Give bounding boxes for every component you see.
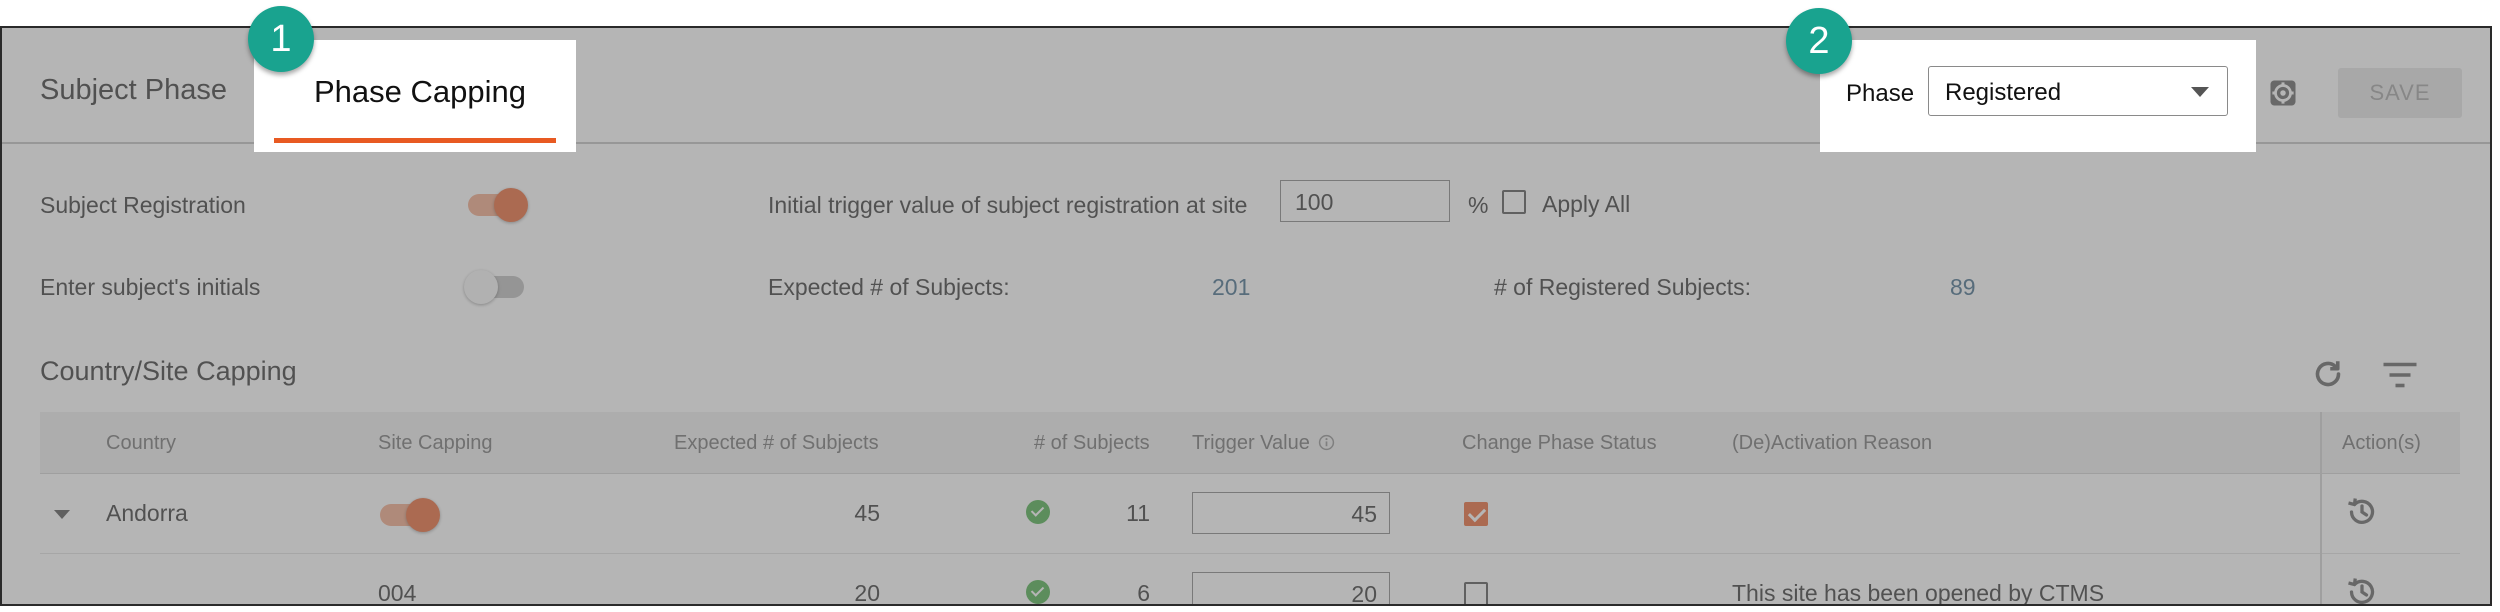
chevron-down-icon [2191, 87, 2209, 97]
phase-label: Phase [1846, 80, 1915, 107]
row-trigger-input[interactable]: 20 [1192, 572, 1390, 604]
row-expected: 45 [854, 500, 880, 526]
step-badge-2: 2 [1786, 8, 1852, 74]
app-frame: Subject Phase SAVE Subject Registration … [0, 26, 2492, 606]
row-reason: This site has been opened by CTMS [1732, 580, 2105, 606]
registered-subjects-label: # of Registered Subjects: [1494, 274, 1751, 300]
tab-subject-phase[interactable]: Subject Phase [40, 74, 227, 107]
apply-all-checkbox[interactable] [1502, 190, 1526, 214]
phase-select[interactable]: Registered [1928, 66, 2228, 116]
save-button[interactable]: SAVE [2338, 68, 2462, 118]
row-country: Andorra [106, 500, 188, 526]
active-tab-indicator [274, 138, 556, 143]
check-circle-icon [1026, 500, 1050, 524]
percent-sign: % [1468, 192, 1489, 218]
change-status-checkbox[interactable] [1464, 502, 1488, 526]
capping-table: Country Site Capping Expected # of Subje… [40, 412, 2460, 606]
col-country[interactable]: Country [106, 432, 176, 455]
row-trigger-input[interactable]: 45 [1192, 492, 1390, 534]
col-subjects[interactable]: # of Subjects [1034, 432, 1150, 455]
table-row: 004 20 6 20 This site has been opened by… [40, 554, 2460, 606]
row-subjects: 6 [1137, 580, 1150, 606]
col-actions: Action(s) [2342, 432, 2421, 454]
chevron-down-icon[interactable] [54, 510, 70, 519]
expected-subjects-label: Expected # of Subjects: [768, 274, 1010, 300]
enter-initials-label: Enter subject's initials [40, 274, 261, 300]
subject-registration-toggle[interactable] [468, 188, 528, 222]
section-title: Country/Site Capping [40, 356, 297, 386]
check-circle-icon [1026, 580, 1050, 604]
tab-phase-capping-label: Phase Capping [314, 74, 526, 109]
registered-subjects-value: 89 [1950, 274, 1976, 300]
enter-initials-toggle[interactable] [464, 270, 524, 304]
row-expected: 20 [854, 580, 880, 606]
refresh-icon[interactable] [2310, 356, 2346, 392]
col-expected[interactable]: Expected # of Subjects [674, 432, 879, 455]
info-icon[interactable] [1318, 434, 1335, 451]
filter-icon[interactable] [2382, 360, 2418, 390]
history-icon[interactable] [2344, 494, 2380, 530]
change-status-checkbox[interactable] [1464, 582, 1488, 604]
phase-selector: Phase Registered [1820, 40, 2256, 152]
actions-divider [2320, 412, 2322, 604]
col-reason[interactable]: (De)Activation Reason [1732, 432, 1932, 455]
phase-select-value: Registered [1945, 79, 2062, 106]
gear-icon[interactable] [2268, 78, 2298, 108]
trigger-value-input[interactable]: 100 [1280, 180, 1450, 222]
history-icon[interactable] [2344, 574, 2380, 606]
col-site-capping[interactable]: Site Capping [378, 432, 493, 455]
table-header: Country Site Capping Expected # of Subje… [40, 412, 2460, 474]
row-subjects: 11 [1126, 500, 1150, 526]
col-change-status[interactable]: Change Phase Status [1462, 432, 1657, 455]
col-trigger[interactable]: Trigger Value [1192, 432, 1310, 455]
step-badge-1: 1 [248, 6, 314, 72]
trigger-label: Initial trigger value of subject registr… [768, 192, 1248, 218]
subject-registration-label: Subject Registration [40, 192, 246, 218]
apply-all-label: Apply All [1542, 191, 1631, 217]
table-row: Andorra 45 11 45 [40, 474, 2460, 554]
row-site: 004 [378, 580, 417, 606]
site-capping-toggle[interactable] [380, 498, 440, 532]
expected-subjects-value: 201 [1212, 274, 1251, 300]
